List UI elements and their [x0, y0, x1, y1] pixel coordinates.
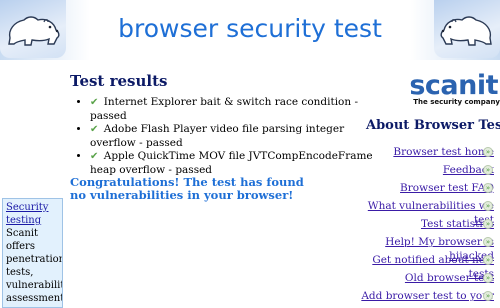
result-text: Adobe Flash Player video file parsing in…	[90, 123, 345, 149]
results-heading: Test results	[70, 72, 168, 90]
nav-link-hijacked-help[interactable]: Help! My browser is hijacked	[350, 235, 494, 262]
scanit-logo[interactable]: scanit The security company	[402, 70, 500, 108]
nav-link-test-statistics[interactable]: Test statistics	[350, 217, 494, 231]
nav-link-faq[interactable]: Browser test FAQ	[350, 181, 494, 195]
nav-link-vulnerabilities[interactable]: What vulnerabilities we test	[350, 199, 494, 226]
nav-link-old-browser-test[interactable]: Old browser test	[350, 271, 494, 285]
result-text: Apple QuickTime MOV file JVTCompEncodeFr…	[90, 150, 373, 176]
polar-bear-icon	[440, 16, 492, 46]
promo-box: Security testing Scanit offers penetrati…	[2, 198, 63, 308]
arrow-bullet-icon: »	[483, 147, 493, 157]
results-list: ✔ Internet Explorer bait & switch race c…	[70, 96, 380, 177]
arrow-bullet-icon: »	[483, 201, 493, 211]
check-icon: ✔	[90, 124, 99, 135]
congratulations-message: Congratulations! The test has found no v…	[70, 175, 304, 202]
arrow-bullet-icon: »	[483, 291, 493, 301]
nav-link-feedback[interactable]: Feedback	[350, 163, 494, 177]
promo-text: Scanit offers penetration tests, vulnera…	[6, 228, 63, 304]
nav-link-browser-test-home[interactable]: Browser test home	[350, 145, 494, 159]
scanit-tagline: The security company	[413, 98, 500, 106]
check-icon: ✔	[90, 151, 99, 162]
arrow-bullet-icon: »	[483, 219, 493, 229]
result-item: ✔ Apple QuickTime MOV file JVTCompEncode…	[90, 150, 380, 177]
nav-link-get-notified[interactable]: Get notified about new tests	[350, 253, 494, 280]
result-item: ✔ Adobe Flash Player video file parsing …	[90, 123, 380, 150]
site-title: browser security test	[118, 14, 382, 43]
security-testing-link[interactable]: Security testing	[6, 201, 59, 227]
result-item: ✔ Internet Explorer bait & switch race c…	[90, 96, 380, 123]
arrow-bullet-icon: »	[483, 255, 493, 265]
nav-link-add-to-site[interactable]: Add browser test to your	[350, 289, 494, 303]
arrow-bullet-icon: »	[483, 183, 493, 193]
check-icon: ✔	[90, 97, 99, 108]
scanit-logo-word: scanit	[409, 70, 498, 101]
site-header: browser security test	[0, 0, 500, 60]
arrow-bullet-icon: »	[483, 273, 493, 283]
arrow-bullet-icon: »	[483, 237, 493, 247]
right-logo[interactable]	[434, 0, 500, 58]
result-text: Internet Explorer bait & switch race con…	[90, 96, 359, 122]
about-browser-test-heading: About Browser Test	[366, 118, 500, 133]
arrow-bullet-icon: »	[483, 165, 493, 175]
